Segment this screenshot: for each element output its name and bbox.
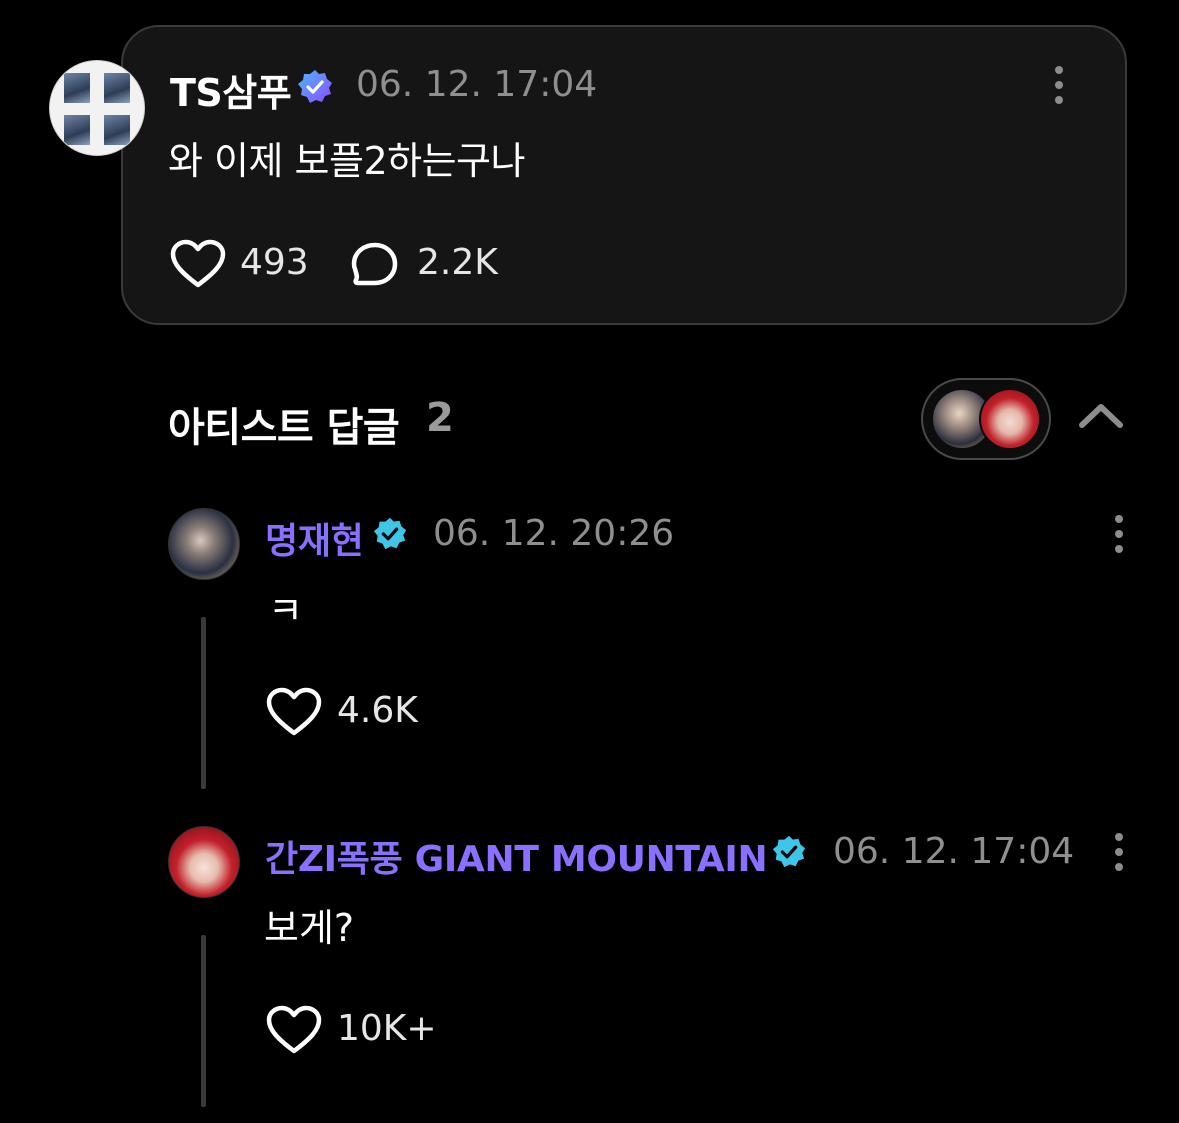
post-body: 와 이제 보플2하는구나 bbox=[168, 139, 525, 183]
heart-icon[interactable] bbox=[266, 1005, 322, 1055]
reply-author-name[interactable]: 명재현 bbox=[265, 512, 364, 564]
artist-replies-count: 2 bbox=[426, 395, 454, 441]
thread-line bbox=[201, 617, 206, 789]
artist-avatar-stack[interactable] bbox=[921, 378, 1051, 460]
reply-like-count: 4.6K bbox=[337, 690, 418, 731]
artist-avatar bbox=[979, 388, 1041, 450]
reply-author-avatar[interactable] bbox=[168, 826, 240, 898]
reply-text: 보게? bbox=[264, 906, 355, 950]
heart-icon[interactable] bbox=[266, 687, 322, 737]
verified-badge-icon bbox=[373, 517, 407, 550]
post-timestamp: 06. 12. 17:04 bbox=[356, 64, 598, 105]
post-like-count: 493 bbox=[240, 242, 309, 283]
reply-timestamp: 06. 12. 20:26 bbox=[433, 513, 675, 554]
verified-badge-icon bbox=[298, 70, 332, 103]
fan-post-thread: TS삼푸 06. 12. 17:04 와 이제 보플2하는구나 493 2.2K… bbox=[0, 0, 1179, 1123]
verified-badge-icon bbox=[772, 835, 806, 868]
more-options-icon[interactable] bbox=[1113, 515, 1125, 555]
post-author-avatar[interactable] bbox=[49, 60, 145, 156]
post-comment-count: 2.2K bbox=[417, 242, 498, 283]
post-author-name[interactable]: TS삼푸 bbox=[170, 62, 292, 117]
reply-timestamp: 06. 12. 17:04 bbox=[833, 831, 1075, 872]
thread-line bbox=[201, 935, 206, 1107]
reply-author-avatar[interactable] bbox=[168, 508, 240, 580]
reply-like-count: 10K+ bbox=[337, 1008, 437, 1049]
more-options-icon[interactable] bbox=[1113, 833, 1125, 873]
reply-author-name[interactable]: 간ZI폭풍 GIANT MOUNTAIN bbox=[265, 830, 768, 882]
artist-replies-title: 아티스트 답글 bbox=[168, 405, 400, 451]
chevron-up-icon[interactable] bbox=[1077, 400, 1125, 430]
heart-icon[interactable] bbox=[170, 239, 226, 289]
comment-bubble-icon[interactable] bbox=[350, 241, 400, 289]
reply-text: ㅋ bbox=[268, 589, 303, 633]
more-options-icon[interactable] bbox=[1053, 66, 1065, 106]
